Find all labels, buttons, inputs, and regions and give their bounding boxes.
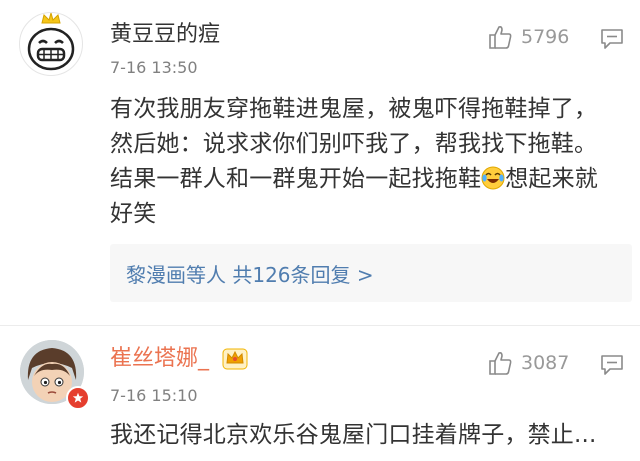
replies-summary[interactable]: 黎漫画等人 共126条回复 > <box>110 244 632 302</box>
avatar[interactable] <box>19 12 83 76</box>
thumbs-up-icon <box>489 352 512 375</box>
like-count: 3087 <box>521 352 570 374</box>
replies-link[interactable]: 黎漫画等人 共126条回复 > <box>126 259 374 288</box>
thumbs-up-icon <box>489 26 512 49</box>
grinning-face-avatar-icon <box>21 13 81 74</box>
comment-body: 有次我朋友穿拖鞋进鬼屋，被鬼吓得拖鞋掉了，然后她：说求求你们别吓我了，帮我找下拖… <box>110 92 610 232</box>
laugh-cry-icon <box>481 166 505 190</box>
verified-badge <box>66 386 90 410</box>
vip-crown-icon <box>222 346 248 374</box>
comment-body: 我还记得北京欢乐谷鬼屋门口挂着牌子，禁止... <box>110 418 610 453</box>
comment-author[interactable]: 黄豆豆的痘 <box>110 22 220 48</box>
comment-text: 我还记得北京欢乐谷鬼屋门口挂着牌子，禁止... <box>110 422 597 448</box>
like-count: 5796 <box>521 26 570 48</box>
like-button[interactable]: 3087 <box>487 350 569 376</box>
divider <box>0 325 640 326</box>
like-button[interactable]: 5796 <box>487 24 569 50</box>
comment-icon <box>601 29 623 49</box>
comment-author[interactable]: 崔丝塔娜_ <box>110 346 209 372</box>
comment-time: 7-16 15:10 <box>110 386 198 405</box>
reply-button[interactable] <box>600 354 624 380</box>
star-icon <box>72 392 84 403</box>
comment-time: 7-16 13:50 <box>110 58 198 77</box>
reply-button[interactable] <box>600 28 624 54</box>
comment-icon <box>601 355 623 375</box>
